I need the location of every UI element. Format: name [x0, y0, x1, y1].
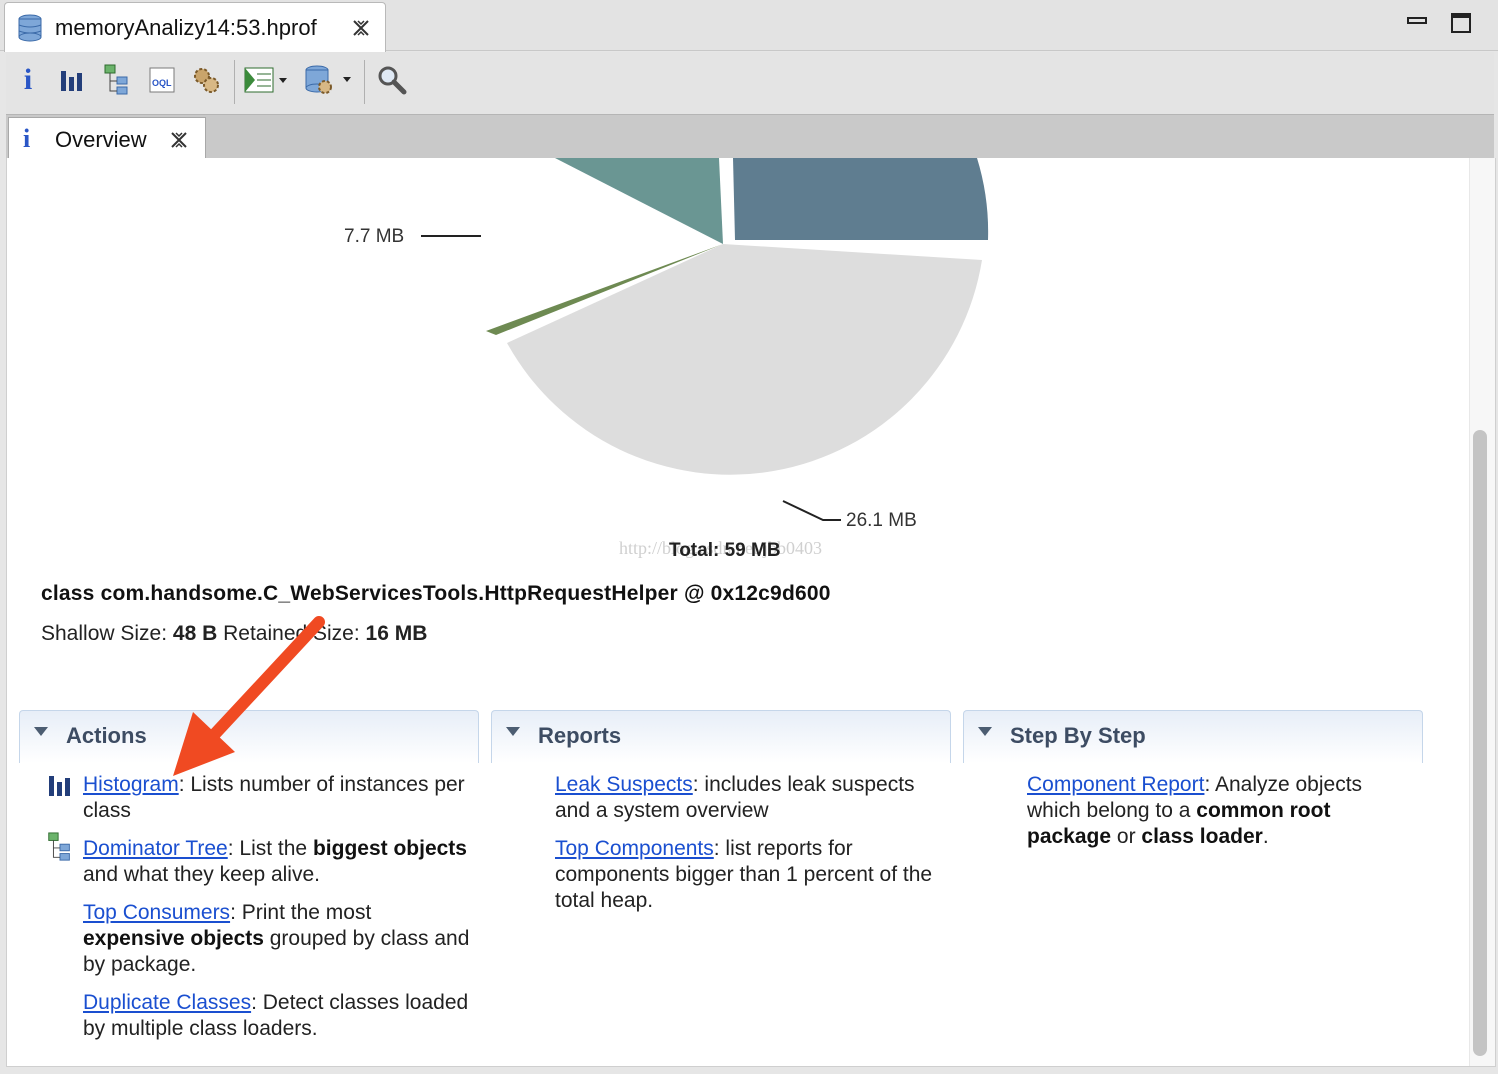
dominator-tree-button[interactable]: [98, 60, 138, 100]
reports-header[interactable]: Reports: [491, 710, 951, 763]
component-report-entry: Component Report: Analyze objects which …: [1027, 772, 1417, 850]
oql-icon: OQL: [149, 67, 175, 93]
histogram-entry: Histogram: Lists number of instances per…: [83, 772, 473, 824]
toolbar: i OQL: [6, 52, 1494, 114]
close-icon[interactable]: [351, 18, 371, 38]
memory-analyzer-window: memoryAnalizy14:53.hprof i OQL i Overvie…: [0, 0, 1498, 1074]
heap-dump-icon: [18, 14, 42, 42]
top-components-entry: Top Components: list reports for compone…: [555, 836, 945, 914]
leak-suspects-entry: Leak Suspects: includes leak suspects an…: [555, 772, 945, 824]
editor-tab-title: memoryAnalizy14:53.hprof: [55, 15, 317, 40]
editor-tab-bar: memoryAnalizy14:53.hprof: [0, 0, 1498, 52]
step-by-step-header[interactable]: Step By Step: [963, 710, 1423, 763]
component-report-link[interactable]: Component Report: [1027, 773, 1204, 796]
histogram-link[interactable]: Histogram: [83, 773, 179, 796]
actions-header[interactable]: Actions: [19, 710, 479, 763]
top-components-link[interactable]: Top Components: [555, 837, 714, 860]
pie-slice-teal[interactable]: [555, 158, 723, 244]
dominator-text-end: and what they keep alive.: [83, 863, 320, 886]
object-title: class com.handsome.C_WebServicesTools.Ht…: [41, 582, 831, 605]
shallow-size-label: Shallow Size:: [41, 622, 168, 645]
object-sizes: Shallow Size: 48 B Retained Size: 16 MB: [41, 622, 427, 646]
step-by-step-title: Step By Step: [1010, 723, 1146, 748]
duplicate-classes-entry: Duplicate Classes: Detect classes loaded…: [83, 990, 473, 1042]
pie-label-7-7mb: 7.7 MB: [344, 226, 405, 247]
minimize-icon[interactable]: [1404, 10, 1430, 36]
info-icon: i: [23, 124, 31, 153]
maximize-icon[interactable]: [1448, 10, 1474, 36]
dominator-tree-icon: [104, 64, 128, 95]
overview-content: 7.7 MB 26.1 MB http://blog.csdn.net/jbb0…: [6, 158, 1496, 1067]
actions-section: Actions Histogram: Lists number of insta…: [19, 710, 479, 1060]
scrollbar-thumb[interactable]: [1473, 430, 1487, 1056]
component-text-or: or: [1111, 825, 1142, 848]
leader-line-26-1mb: [782, 500, 841, 521]
query-browser-icon: [244, 67, 287, 93]
histogram-button[interactable]: [52, 60, 92, 100]
run-report-button[interactable]: [302, 60, 356, 100]
component-bold-loader: class loader: [1141, 825, 1263, 848]
duplicate-classes-link[interactable]: Duplicate Classes: [83, 991, 251, 1014]
pie-slice-blue[interactable]: [733, 158, 989, 240]
consumers-bold: expensive objects: [83, 927, 264, 950]
oql-button[interactable]: OQL: [142, 60, 182, 100]
dominator-text: : List the: [227, 837, 313, 860]
collapse-triangle-icon[interactable]: [978, 727, 992, 736]
info-icon: i: [23, 63, 33, 96]
tab-overview[interactable]: i Overview: [8, 117, 206, 160]
histogram-icon: [49, 776, 70, 796]
dominator-tree-icon: [48, 832, 70, 861]
heap-pie-chart: [421, 158, 989, 521]
editor-tab-hprof[interactable]: memoryAnalizy14:53.hprof: [4, 2, 386, 52]
run-report-icon: [305, 65, 351, 94]
retained-size-label: Retained Size:: [223, 622, 360, 645]
find-object-button[interactable]: [372, 60, 412, 100]
pie-label-26-1mb: 26.1 MB: [846, 510, 917, 531]
overview-tab-bar: i Overview: [6, 114, 1494, 160]
reports-title: Reports: [538, 723, 622, 748]
pie-total: Total: 59 MB: [669, 540, 781, 561]
reports-section: Reports Leak Suspects: includes leak sus…: [491, 710, 951, 1060]
pie-slice-26-1mb[interactable]: [507, 244, 982, 475]
query-browser-button[interactable]: [242, 60, 292, 100]
tab-overview-label: Overview: [55, 127, 147, 152]
dominator-bold: biggest objects: [312, 837, 467, 860]
histogram-icon: [61, 71, 82, 91]
dominator-tree-link[interactable]: Dominator Tree: [83, 837, 228, 860]
top-consumers-entry: Top Consumers: Print the most expensive …: [83, 900, 473, 978]
retained-size-value: 16 MB: [365, 622, 428, 645]
heap-dump-overview-button[interactable]: [186, 60, 226, 100]
actions-title: Actions: [66, 723, 147, 748]
shallow-size-value: 48 B: [172, 622, 218, 645]
top-consumers-link[interactable]: Top Consumers: [83, 901, 230, 924]
collapse-triangle-icon[interactable]: [506, 727, 520, 736]
leak-suspects-link[interactable]: Leak Suspects: [555, 773, 693, 796]
step-by-step-section: Step By Step Component Report: Analyze o…: [963, 710, 1423, 1060]
dominator-tree-entry: Dominator Tree: List the biggest objects…: [83, 836, 473, 888]
search-icon: [378, 66, 407, 95]
consumers-text: : Print the most: [230, 901, 372, 924]
component-text-end: .: [1262, 825, 1269, 848]
collapse-triangle-icon[interactable]: [34, 727, 48, 736]
close-icon[interactable]: [169, 130, 189, 150]
overview-button[interactable]: i: [8, 60, 48, 100]
svg-text:OQL: OQL: [152, 78, 172, 88]
gears-icon: [194, 68, 219, 93]
